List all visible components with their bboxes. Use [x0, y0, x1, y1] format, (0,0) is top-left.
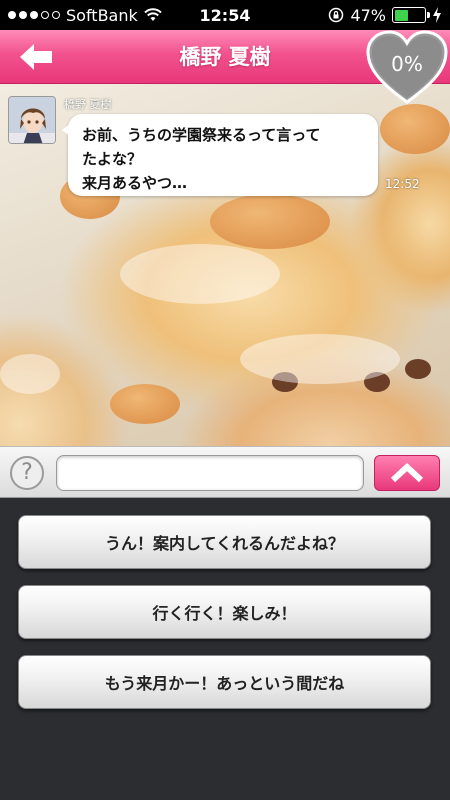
choice-button-3[interactable]: もう来月かー！あっという間だね — [18, 655, 431, 709]
message-line: 来月あるやつ… — [82, 174, 188, 192]
choice-button-1[interactable]: うん！案内してくれるんだよね？ — [18, 515, 431, 569]
charging-bolt-icon — [432, 7, 442, 23]
message-input[interactable] — [56, 455, 364, 491]
chevron-up-icon — [390, 463, 424, 483]
chat-area[interactable]: 橋野 夏樹 お前、うちの学園祭来るって言って たよな？ 来月あるやつ… 12:5… — [0, 84, 450, 446]
help-button[interactable]: ? — [10, 456, 44, 490]
carrier-name: SoftBank — [66, 5, 138, 25]
message-line: お前、うちの学園祭来るって言って — [82, 126, 321, 144]
affection-percent: 0% — [391, 52, 423, 76]
signal-strength-icon — [8, 11, 60, 19]
back-button[interactable] — [16, 40, 56, 74]
back-arrow-icon — [20, 44, 52, 70]
input-bar: ? — [0, 446, 450, 498]
message-line: たよな？ — [82, 150, 143, 168]
rotation-lock-icon — [328, 7, 344, 23]
battery-icon — [392, 7, 430, 23]
choice-button-2[interactable]: 行く行く！楽しみ！ — [18, 585, 431, 639]
choice-list: うん！案内してくれるんだよね？ 行く行く！楽しみ！ もう来月かー！あっという間だ… — [0, 498, 450, 800]
wifi-icon — [144, 7, 164, 23]
status-bar: SoftBank 12:54 47% — [0, 0, 450, 30]
battery-percent: 47% — [350, 5, 386, 25]
sender-name: 橋野 夏樹 — [64, 98, 112, 111]
avatar[interactable] — [8, 96, 56, 144]
message-timestamp: 12:52 — [385, 177, 420, 191]
send-button[interactable] — [374, 455, 440, 491]
message-bubble: お前、うちの学園祭来るって言って たよな？ 来月あるやつ… — [62, 114, 378, 196]
affection-meter: 0% — [366, 30, 448, 106]
